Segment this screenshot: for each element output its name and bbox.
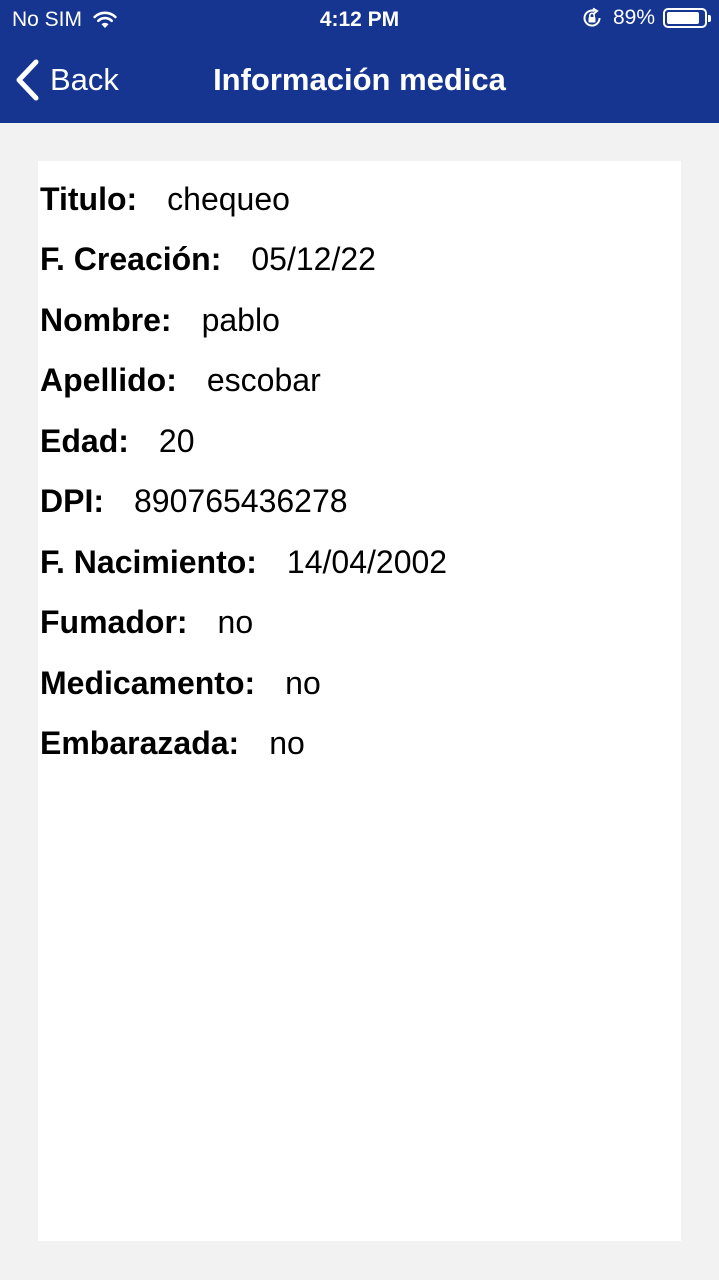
top-bar: No SIM 4:12 PM 89% Back Información medi… (0, 0, 719, 123)
field-label: DPI: (40, 483, 104, 519)
field-apellido: Apellido: escobar (40, 362, 321, 406)
field-value: escobar (206, 362, 321, 398)
status-right-group: 89% (581, 6, 711, 30)
field-value: no (217, 604, 254, 640)
field-label: Fumador: (40, 604, 188, 640)
status-bar: No SIM 4:12 PM 89% (0, 0, 719, 40)
field-value: 20 (158, 423, 195, 459)
battery-fill (667, 12, 699, 24)
field-label: Apellido: (40, 362, 177, 398)
orientation-lock-icon (581, 7, 603, 29)
page-title: Información medica (213, 62, 506, 97)
field-medicamento: Medicamento: no (40, 665, 321, 709)
field-fecha-nacimiento: F. Nacimiento: 14/04/2002 (40, 544, 447, 588)
field-label: F. Creación: (40, 241, 222, 277)
field-value: no (285, 665, 321, 701)
field-label: Embarazada: (40, 725, 240, 761)
field-label: Titulo: (40, 181, 138, 217)
field-label: Edad: (40, 423, 129, 459)
field-fecha-creacion: F. Creación: 05/12/22 (40, 241, 376, 285)
battery-percent: 89% (612, 6, 655, 29)
field-embarazada: Embarazada: no (40, 725, 305, 769)
field-label: F. Nacimiento: (40, 544, 257, 580)
field-value: 890765436278 (134, 483, 348, 519)
field-edad: Edad: 20 (40, 423, 194, 467)
field-value: 14/04/2002 (286, 544, 448, 580)
field-label: Nombre: (40, 302, 172, 338)
field-fumador: Fumador: no (40, 604, 253, 648)
battery-icon (663, 8, 711, 28)
field-value: chequeo (167, 181, 290, 217)
field-value: 05/12/22 (251, 241, 376, 277)
field-dpi: DPI: 890765436278 (40, 483, 348, 527)
medical-info-card: Titulo: chequeo F. Creación: 05/12/22 No… (38, 161, 681, 1241)
field-titulo: Titulo: chequeo (40, 181, 290, 225)
field-value: pablo (201, 302, 280, 338)
field-label: Medicamento: (40, 665, 256, 701)
navigation-bar: Back Información medica (0, 40, 719, 123)
battery-tip (708, 15, 711, 22)
field-nombre: Nombre: pablo (40, 302, 280, 346)
field-value: no (269, 725, 305, 761)
